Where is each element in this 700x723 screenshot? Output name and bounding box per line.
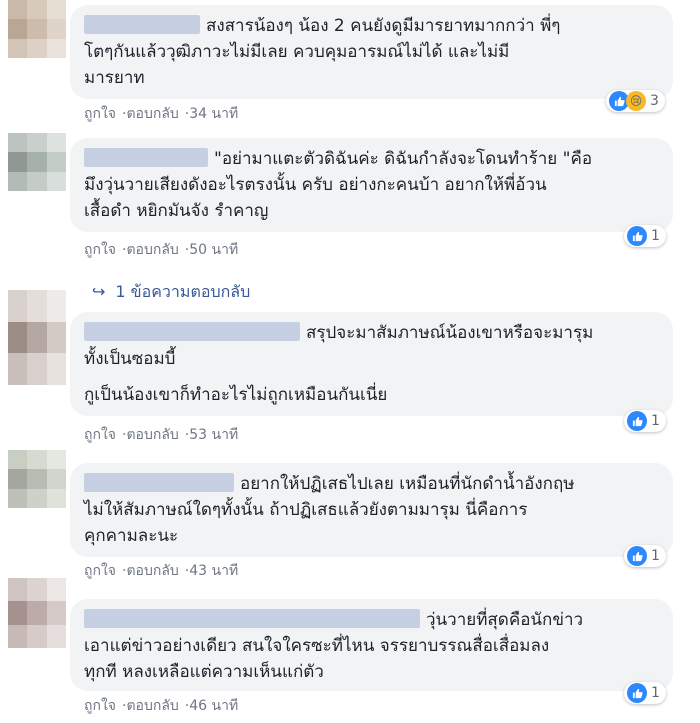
- avatar[interactable]: [8, 578, 66, 648]
- comment-text: อยากให้ปฏิเสธไปเลย เหมือนที่นักดำน้ำอังก…: [240, 474, 575, 494]
- comment-time[interactable]: 50 นาที: [189, 242, 238, 258]
- commenter-name[interactable]: [84, 322, 300, 341]
- comment-time[interactable]: 34 นาที: [189, 106, 238, 122]
- reaction-count: 3: [650, 93, 659, 109]
- comment-bubble: สงสารน้องๆ น้อง 2 คนยังดูมีมารยาทมากกว่า…: [70, 5, 673, 99]
- avatar[interactable]: [8, 290, 66, 385]
- like-button[interactable]: ถูกใจ: [84, 427, 116, 443]
- reply-button[interactable]: ตอบกลับ: [126, 698, 178, 714]
- comment-text: วุ่นวายที่สุดคือนักข่าว: [426, 610, 584, 630]
- like-icon: [627, 226, 647, 246]
- comment-text: สรุปจะมาสัมภาษณ์น้องเขาหรือจะมารุม: [306, 323, 594, 343]
- comment-actions: ถูกใจ ·ตอบกลับ ·43 นาที: [84, 563, 239, 579]
- comment-text: มึงวุ่นวายเสียงดังอะไรตรงนั้น ครับ อย่าง…: [84, 175, 547, 195]
- reaction-count: 1: [651, 228, 660, 244]
- avatar[interactable]: [8, 0, 66, 58]
- comment-time[interactable]: 43 นาที: [189, 563, 238, 579]
- comment-bubble: อยากให้ปฏิเสธไปเลย เหมือนที่นักดำน้ำอังก…: [70, 463, 673, 557]
- comment-text: "อย่ามาแตะตัวดิฉันค่ะ ดิฉันกำลังจะโดนทำร…: [214, 149, 593, 169]
- comment-time[interactable]: 46 นาที: [189, 698, 238, 714]
- reaction-count: 1: [651, 685, 660, 701]
- comment-actions: ถูกใจ ·ตอบกลับ ·50 นาที: [84, 242, 239, 258]
- commenter-name[interactable]: [84, 473, 234, 492]
- like-button[interactable]: ถูกใจ: [84, 242, 116, 258]
- avatar[interactable]: [8, 450, 66, 508]
- reply-button[interactable]: ตอบกลับ: [126, 563, 178, 579]
- comment-actions: ถูกใจ ·ตอบกลับ ·53 นาที: [84, 427, 239, 443]
- avatar[interactable]: [8, 133, 66, 191]
- comment-actions: ถูกใจ ·ตอบกลับ ·46 นาที: [84, 698, 239, 714]
- commenter-name[interactable]: [84, 148, 208, 167]
- comment-bubble: วุ่นวายที่สุดคือนักข่าว เอาแต่ข่าวอย่างเ…: [70, 599, 673, 691]
- comment-text: คุกคามละนะ: [84, 526, 179, 546]
- comment-text: ไม่ให้สัมภาษณ์ใดๆทั้งนั้น ถ้าปฏิเสธแล้วย…: [84, 500, 528, 520]
- comment-text: กูเป็นน้องเขาก็ทำอะไรไม่ถูกเหมือนกันเนี่…: [84, 385, 388, 405]
- reaction-summary[interactable]: 1: [624, 225, 666, 247]
- like-button[interactable]: ถูกใจ: [84, 106, 116, 122]
- comment-text: โตๆกันแล้ววุฒิภาวะไม่มีเลย ควบคุมอารมณ์ไ…: [84, 42, 510, 62]
- comment-text: สงสารน้องๆ น้อง 2 คนยังดูมีมารยาทมากกว่า…: [206, 16, 561, 36]
- reaction-summary[interactable]: 1: [624, 545, 666, 567]
- like-button[interactable]: ถูกใจ: [84, 698, 116, 714]
- comment-bubble: "อย่ามาแตะตัวดิฉันค่ะ ดิฉันกำลังจะโดนทำร…: [70, 138, 673, 232]
- reaction-summary[interactable]: 1: [624, 410, 666, 432]
- reaction-count: 1: [651, 548, 660, 564]
- comment-time[interactable]: 53 นาที: [189, 427, 238, 443]
- like-icon: [627, 546, 647, 566]
- commenter-name[interactable]: [84, 15, 200, 34]
- comment-text: ทั้งเป็นซอมบี้: [84, 349, 176, 369]
- comment-text: ทุกที หลงเหลือแต่ความเห็นแก่ตัว: [84, 662, 324, 682]
- reply-button[interactable]: ตอบกลับ: [126, 427, 178, 443]
- reaction-summary[interactable]: 1: [624, 682, 666, 704]
- comment-text: มารยาท: [84, 68, 145, 88]
- commenter-name[interactable]: [84, 609, 420, 628]
- comment-actions: ถูกใจ ·ตอบกลับ ·34 นาที: [84, 106, 239, 122]
- sad-icon: 😢: [626, 91, 646, 111]
- view-replies-link[interactable]: ↪ 1 ข้อความตอบกลับ: [92, 280, 250, 305]
- comment-text: เอาแต่ข่าวอย่างเดียว สนใจใครซะที่ไหน จรร…: [84, 636, 550, 656]
- view-replies-label: 1 ข้อความตอบกลับ: [115, 282, 251, 301]
- reaction-summary[interactable]: 😢 3: [606, 90, 665, 112]
- reaction-count: 1: [651, 413, 660, 429]
- comment-bubble: สรุปจะมาสัมภาษณ์น้องเขาหรือจะมารุม ทั้งเ…: [70, 312, 673, 416]
- like-button[interactable]: ถูกใจ: [84, 563, 116, 579]
- comment-text: เสื้อดำ หยิกมันจัง รำคาญ: [84, 201, 269, 221]
- like-icon: [627, 411, 647, 431]
- reply-arrow-icon: ↪: [92, 282, 106, 301]
- reply-button[interactable]: ตอบกลับ: [126, 242, 178, 258]
- like-icon: [627, 683, 647, 703]
- reply-button[interactable]: ตอบกลับ: [126, 106, 178, 122]
